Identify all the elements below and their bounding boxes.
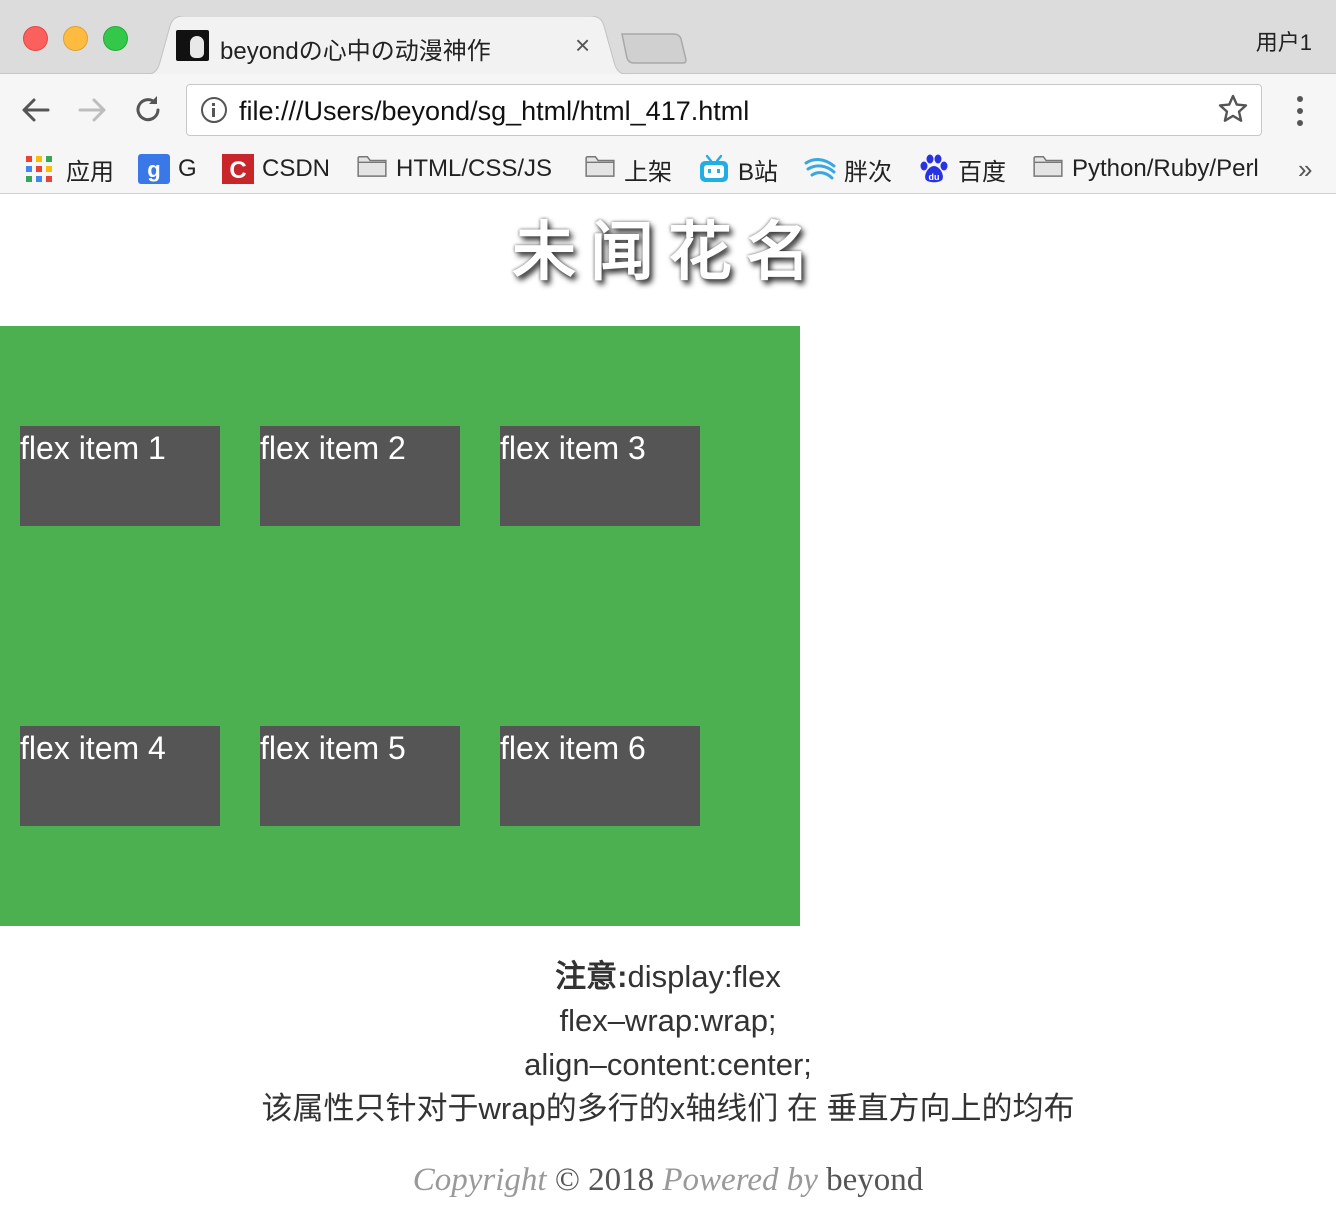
copyright-symbol: ©: [554, 1162, 580, 1198]
reload-icon[interactable]: [130, 92, 166, 128]
copyright-author: beyond: [826, 1162, 924, 1198]
flex-item: flex item 1: [20, 426, 220, 526]
google-icon: g: [138, 154, 170, 184]
note-text: 注意:display:flex flex–wrap:wrap; align–co…: [0, 955, 1336, 1131]
page-title: 未闻花名: [512, 216, 824, 290]
flex-item: flex item 5: [260, 726, 460, 826]
bookmark-folder-shangjia[interactable]: 上架: [584, 151, 672, 187]
flex-item: flex item 6: [500, 726, 700, 826]
bookmark-folder-html[interactable]: HTML/CSS/JS: [356, 151, 552, 187]
bookmark-label: B站: [738, 158, 779, 186]
browser-toolbar: file:///Users/beyond/sg_html/html_417.ht…: [0, 74, 1336, 146]
flex-container: flex item 1 flex item 2 flex item 3 flex…: [0, 326, 800, 926]
bookmark-apps[interactable]: 应用: [26, 151, 114, 187]
svg-text:du: du: [929, 172, 940, 182]
bookmark-star-icon[interactable]: [1217, 93, 1249, 125]
bookmark-label: 上架: [624, 158, 672, 186]
bookmark-google[interactable]: g G: [138, 151, 197, 187]
tab-title: beyondの心中の动漫神作: [220, 38, 491, 65]
bookmark-folder-python[interactable]: Python/Ruby/Perl: [1032, 151, 1259, 187]
bookmark-label: 胖次: [844, 158, 892, 186]
browser-tab-active[interactable]: beyondの心中の动漫神作 ×: [144, 16, 630, 75]
baidu-icon: du: [918, 154, 950, 184]
bookmark-csdn[interactable]: C CSDN: [222, 151, 330, 187]
bilibili-icon: [698, 154, 730, 184]
note-line: flex–wrap:wrap;: [559, 1003, 777, 1038]
tab-favicon-icon: [176, 30, 209, 61]
note-label: 注意:: [555, 959, 628, 994]
forward-arrow-icon[interactable]: [74, 92, 110, 128]
note-line: align–content:center;: [524, 1047, 812, 1082]
copyright-footer: Copyright © 2018 Powered by beyond: [0, 1162, 1336, 1199]
flex-item: flex item 3: [500, 426, 700, 526]
folder-icon: [356, 154, 388, 184]
bookmark-label: 百度: [958, 158, 1006, 186]
bookmark-label: CSDN: [262, 155, 331, 182]
back-arrow-icon[interactable]: [18, 92, 54, 128]
bookmark-bilibili[interactable]: B站: [698, 151, 778, 187]
note-line: 该属性只针对于wrap的多行的x轴线们 在 垂直方向上的均布: [261, 1091, 1075, 1126]
svg-text:g: g: [147, 157, 160, 182]
bookmarks-more-icon[interactable]: »: [1298, 154, 1312, 185]
apps-grid-icon: [26, 154, 58, 184]
info-icon[interactable]: [201, 97, 227, 123]
folder-icon: [1032, 154, 1064, 184]
bookmark-label: G: [178, 155, 197, 182]
profile-label[interactable]: 用户1: [1256, 25, 1312, 57]
copyright-prefix: Copyright: [412, 1162, 547, 1198]
bookmark-pangci[interactable]: 胖次: [804, 151, 892, 187]
flex-item: flex item 4: [20, 726, 220, 826]
url-text[interactable]: file:///Users/beyond/sg_html/html_417.ht…: [239, 96, 749, 127]
close-window-button[interactable]: [23, 26, 48, 51]
page-content: 未闻花名 flex item 1 flex item 2 flex item 3…: [0, 195, 1336, 1222]
address-bar[interactable]: file:///Users/beyond/sg_html/html_417.ht…: [186, 84, 1262, 136]
csdn-icon: C: [222, 154, 254, 184]
flex-item: flex item 2: [260, 426, 460, 526]
browser-title-bar: beyondの心中の动漫神作 × 用户1: [0, 0, 1336, 75]
folder-icon: [584, 154, 616, 184]
bookmark-baidu[interactable]: du 百度: [918, 151, 1006, 187]
copyright-powered: Powered by: [662, 1162, 818, 1198]
browser-menu-icon[interactable]: [1285, 94, 1315, 128]
bookmark-label: Python/Ruby/Perl: [1072, 155, 1259, 182]
minimize-window-button[interactable]: [63, 26, 88, 51]
tab-close-icon[interactable]: ×: [575, 32, 590, 58]
maximize-window-button[interactable]: [103, 26, 128, 51]
bookmark-label: HTML/CSS/JS: [396, 155, 553, 182]
wave-icon: [804, 154, 836, 184]
new-tab-button[interactable]: [620, 32, 688, 64]
note-line: display:flex: [627, 959, 781, 994]
copyright-year: 2018: [588, 1162, 655, 1198]
bookmark-label: 应用: [66, 158, 114, 186]
svg-text:C: C: [229, 157, 246, 184]
bookmarks-bar: 应用 g G C CSDN HTML/CSS/JS 上架 B站 胖次 du 百度…: [0, 146, 1336, 194]
